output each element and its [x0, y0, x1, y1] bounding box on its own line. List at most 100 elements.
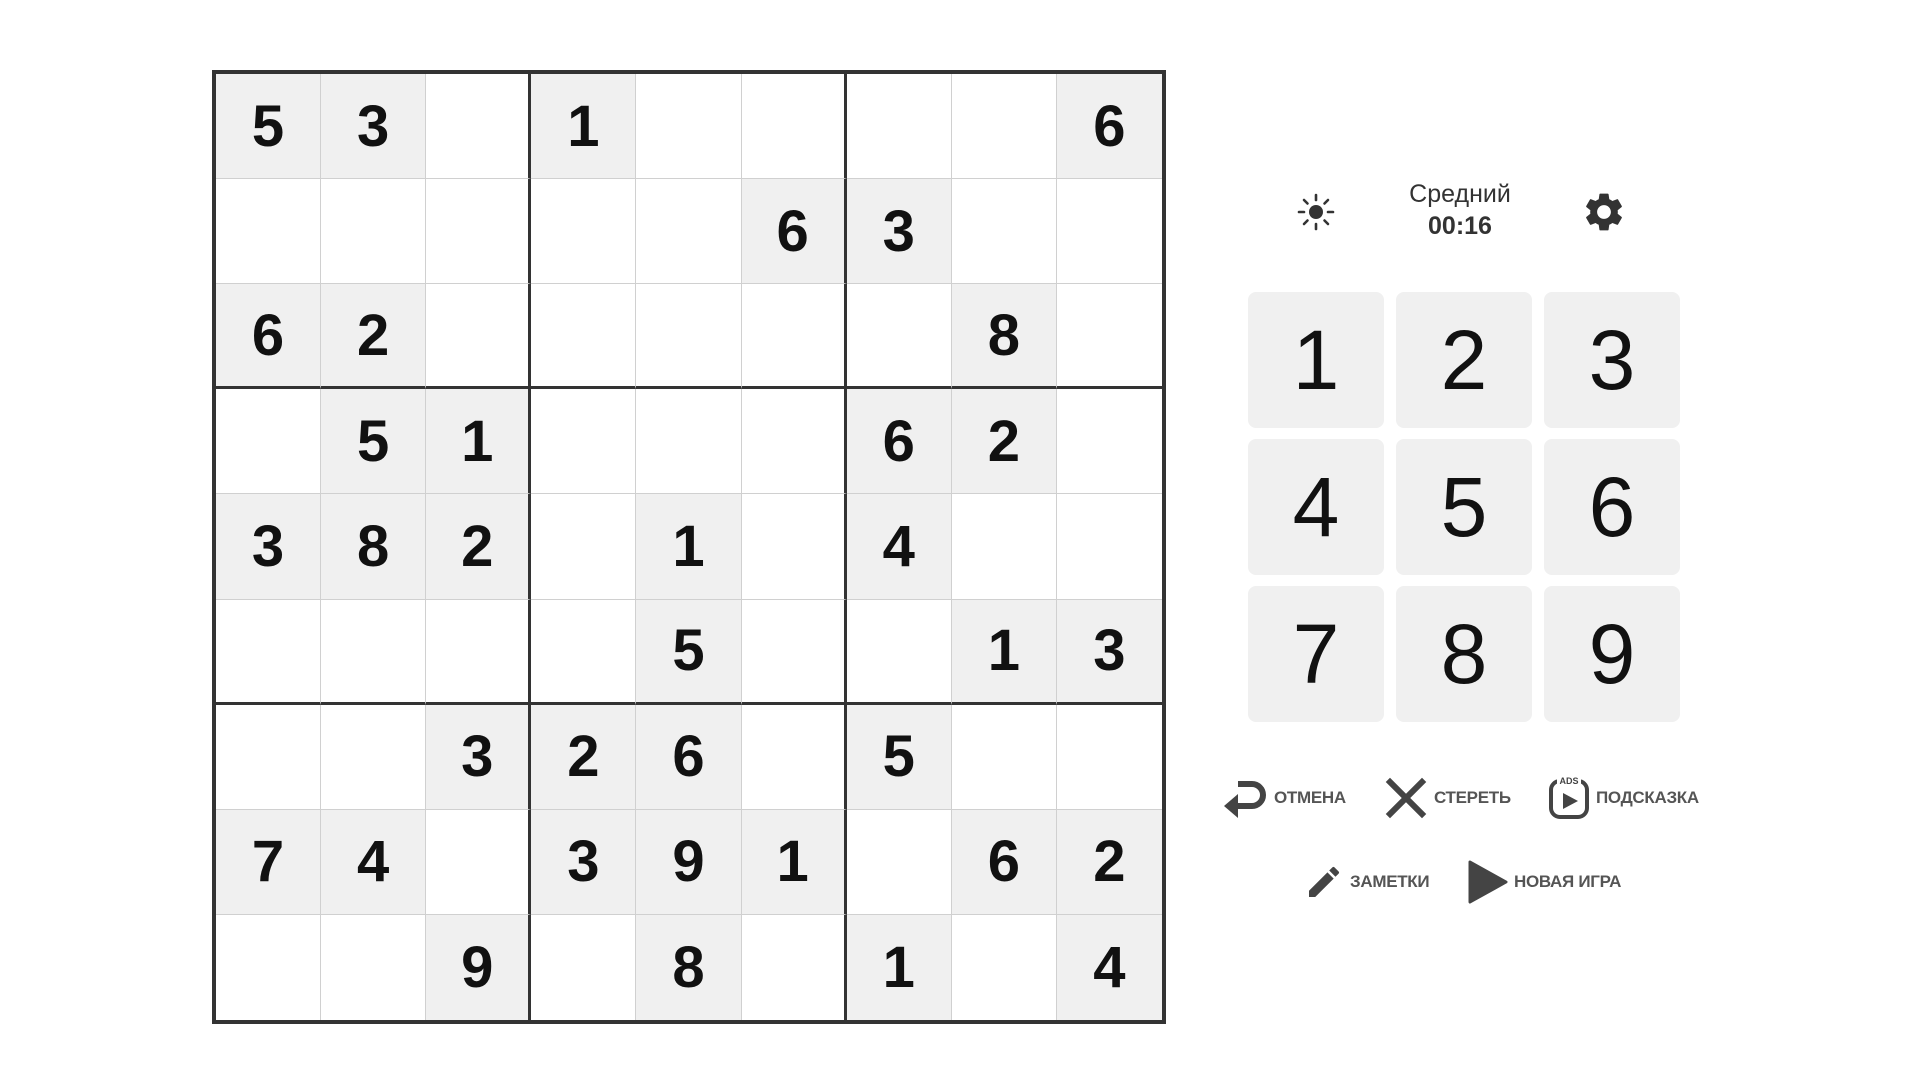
sudoku-cell-r3c4[interactable] [531, 284, 637, 390]
sudoku-cell-r1c3[interactable] [426, 74, 532, 180]
sudoku-cell-r3c2[interactable]: 2 [321, 284, 427, 390]
sudoku-cell-r3c6[interactable] [741, 284, 847, 390]
number-key-8[interactable]: 8 [1396, 586, 1532, 722]
sudoku-cell-r7c7[interactable]: 5 [846, 704, 952, 810]
sudoku-cell-r9c6[interactable] [741, 914, 847, 1020]
sudoku-cell-r3c1[interactable]: 6 [216, 284, 322, 390]
sudoku-cell-r3c5[interactable] [636, 284, 742, 390]
new-game-button[interactable]: НОВАЯ ИГРА [1466, 860, 1621, 904]
sudoku-cell-r6c5[interactable]: 5 [636, 599, 742, 705]
sudoku-cell-r4c7[interactable]: 6 [846, 389, 952, 495]
notes-button[interactable]: ЗАМЕТКИ [1304, 862, 1430, 902]
sun-icon [1297, 193, 1335, 231]
sudoku-cell-r8c9[interactable]: 2 [1056, 809, 1162, 915]
sudoku-cell-r5c3[interactable]: 2 [426, 494, 532, 600]
sudoku-cell-r3c7[interactable] [846, 284, 952, 390]
sudoku-cell-r2c5[interactable] [636, 179, 742, 285]
sudoku-cell-r4c2[interactable]: 5 [321, 389, 427, 495]
sudoku-cell-r2c7[interactable]: 3 [846, 179, 952, 285]
sudoku-cell-r6c9[interactable]: 3 [1056, 599, 1162, 705]
sudoku-cell-r1c7[interactable] [846, 74, 952, 180]
sudoku-cell-r6c1[interactable] [216, 599, 322, 705]
settings-button[interactable] [1580, 188, 1628, 236]
sudoku-cell-r6c2[interactable] [321, 599, 427, 705]
sudoku-cell-r1c9[interactable]: 6 [1056, 74, 1162, 180]
number-key-6[interactable]: 6 [1544, 439, 1680, 575]
sudoku-cell-r4c6[interactable] [741, 389, 847, 495]
sudoku-cell-r2c8[interactable] [951, 179, 1057, 285]
sudoku-cell-r7c2[interactable] [321, 704, 427, 810]
sudoku-cell-r2c4[interactable] [531, 179, 637, 285]
sudoku-cell-r5c1[interactable]: 3 [216, 494, 322, 600]
sudoku-cell-r4c5[interactable] [636, 389, 742, 495]
sudoku-cell-r8c2[interactable]: 4 [321, 809, 427, 915]
sudoku-cell-r3c3[interactable] [426, 284, 532, 390]
theme-toggle-button[interactable] [1294, 190, 1338, 234]
sudoku-cell-r5c9[interactable] [1056, 494, 1162, 600]
number-key-4[interactable]: 4 [1248, 439, 1384, 575]
hint-button[interactable]: ПОДСКАЗКА ADS [1548, 776, 1699, 820]
sudoku-cell-r4c9[interactable] [1056, 389, 1162, 495]
sudoku-cell-r4c8[interactable]: 2 [951, 389, 1057, 495]
sudoku-cell-r8c7[interactable] [846, 809, 952, 915]
undo-button[interactable]: ОТМЕНА [1222, 776, 1346, 820]
sudoku-cell-r7c3[interactable]: 3 [426, 704, 532, 810]
sudoku-cell-r1c5[interactable] [636, 74, 742, 180]
sudoku-cell-r5c2[interactable]: 8 [321, 494, 427, 600]
sudoku-cell-r5c6[interactable] [741, 494, 847, 600]
number-key-5[interactable]: 5 [1396, 439, 1532, 575]
sudoku-cell-r8c5[interactable]: 9 [636, 809, 742, 915]
sudoku-cell-r9c3[interactable]: 9 [426, 914, 532, 1020]
sudoku-cell-r8c3[interactable] [426, 809, 532, 915]
sudoku-cell-r8c4[interactable]: 3 [531, 809, 637, 915]
sudoku-cell-r9c2[interactable] [321, 914, 427, 1020]
sudoku-cell-r2c1[interactable] [216, 179, 322, 285]
sudoku-cell-r5c5[interactable]: 1 [636, 494, 742, 600]
number-key-2[interactable]: 2 [1396, 292, 1532, 428]
sudoku-cell-r3c9[interactable] [1056, 284, 1162, 390]
erase-button[interactable]: СТЕРЕТЬ [1384, 776, 1511, 820]
sudoku-cell-r9c8[interactable] [951, 914, 1057, 1020]
number-key-7[interactable]: 7 [1248, 586, 1384, 722]
sudoku-cell-r5c8[interactable] [951, 494, 1057, 600]
sudoku-cell-r2c2[interactable] [321, 179, 427, 285]
sudoku-cell-r9c9[interactable]: 4 [1056, 914, 1162, 1020]
sudoku-cell-r6c7[interactable] [846, 599, 952, 705]
sudoku-cell-r2c6[interactable]: 6 [741, 179, 847, 285]
notes-label: ЗАМЕТКИ [1350, 872, 1430, 891]
sudoku-cell-r6c8[interactable]: 1 [951, 599, 1057, 705]
sudoku-cell-r9c4[interactable] [531, 914, 637, 1020]
sudoku-cell-r7c9[interactable] [1056, 704, 1162, 810]
sudoku-cell-r9c7[interactable]: 1 [846, 914, 952, 1020]
sudoku-cell-r7c6[interactable] [741, 704, 847, 810]
sudoku-cell-r9c5[interactable]: 8 [636, 914, 742, 1020]
sudoku-cell-r1c8[interactable] [951, 74, 1057, 180]
sudoku-cell-r6c4[interactable] [531, 599, 637, 705]
sudoku-cell-r7c1[interactable] [216, 704, 322, 810]
sudoku-cell-r4c1[interactable] [216, 389, 322, 495]
number-key-9[interactable]: 9 [1544, 586, 1680, 722]
sudoku-cell-r3c8[interactable]: 8 [951, 284, 1057, 390]
sudoku-cell-r9c1[interactable] [216, 914, 322, 1020]
sudoku-cell-r4c3[interactable]: 1 [426, 389, 532, 495]
sudoku-cell-r1c6[interactable] [741, 74, 847, 180]
sudoku-cell-r5c7[interactable]: 4 [846, 494, 952, 600]
sudoku-cell-r1c2[interactable]: 3 [321, 74, 427, 180]
sudoku-cell-r8c1[interactable]: 7 [216, 809, 322, 915]
new-game-label: НОВАЯ ИГРА [1514, 872, 1622, 891]
sudoku-cell-r2c9[interactable] [1056, 179, 1162, 285]
sudoku-cell-r6c3[interactable] [426, 599, 532, 705]
sudoku-cell-r1c1[interactable]: 5 [216, 74, 322, 180]
sudoku-cell-r7c8[interactable] [951, 704, 1057, 810]
sudoku-cell-r7c5[interactable]: 6 [636, 704, 742, 810]
sudoku-cell-r4c4[interactable] [531, 389, 637, 495]
sudoku-cell-r1c4[interactable]: 1 [531, 74, 637, 180]
sudoku-cell-r2c3[interactable] [426, 179, 532, 285]
number-key-1[interactable]: 1 [1248, 292, 1384, 428]
sudoku-cell-r5c4[interactable] [531, 494, 637, 600]
number-key-3[interactable]: 3 [1544, 292, 1680, 428]
sudoku-cell-r6c6[interactable] [741, 599, 847, 705]
sudoku-cell-r8c6[interactable]: 1 [741, 809, 847, 915]
sudoku-cell-r8c8[interactable]: 6 [951, 809, 1057, 915]
sudoku-cell-r7c4[interactable]: 2 [531, 704, 637, 810]
